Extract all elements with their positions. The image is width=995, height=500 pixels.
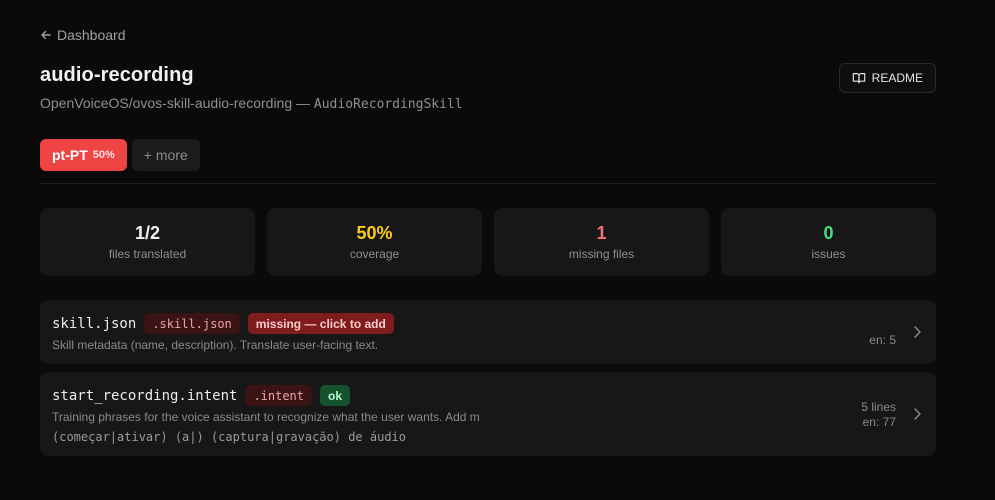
file-en-count: en: 77 (862, 415, 896, 429)
file-meta: 5 lines en: 77 (861, 400, 896, 430)
stat-issues: 0 issues (721, 208, 936, 276)
stat-missing-files: 1 missing files (494, 208, 709, 276)
file-sample-line: (começar|ativar) (a|) (captura|gravação)… (52, 430, 407, 444)
chevron-right-icon (914, 326, 921, 338)
stat-value: 1 (596, 223, 607, 243)
skill-class-name: AudioRecordingSkill (313, 97, 463, 112)
language-tabs: pt-PT 50% + more (40, 139, 200, 171)
stat-label: missing files (568, 247, 635, 261)
stat-value: 0 (823, 223, 834, 243)
stat-label: issues (811, 247, 846, 261)
file-description: Training phrases for the voice assistant… (52, 410, 480, 424)
stat-value: 1/2 (134, 223, 161, 243)
file-name: skill.json (52, 315, 137, 332)
back-link-label: Dashboard (57, 27, 126, 43)
ok-status-badge: ok (320, 385, 351, 406)
file-description: Skill metadata (name, description). Tran… (52, 338, 379, 352)
stats-row: 1/2 files translated 50% coverage 1 miss… (40, 208, 936, 276)
stat-coverage: 50% coverage (267, 208, 482, 276)
arrow-left-icon (41, 30, 51, 40)
back-to-dashboard-link[interactable]: Dashboard (40, 27, 126, 43)
file-row-skill-json[interactable]: skill.json .skill.json missing — click t… (40, 300, 936, 364)
language-code: pt-PT (52, 147, 88, 163)
file-meta: en: 5 (869, 333, 896, 348)
add-language-button[interactable]: + more (131, 139, 200, 171)
page-subtitle: OpenVoiceOS/ovos-skill-audio-recording —… (40, 95, 463, 112)
readme-button-label: README (871, 71, 923, 85)
stat-label: coverage (349, 247, 400, 261)
stat-value: 50% (356, 223, 393, 243)
file-type-badge: .skill.json (144, 313, 240, 334)
stat-label: files translated (108, 247, 187, 261)
language-tab-pt-pt[interactable]: pt-PT 50% (40, 139, 127, 171)
file-header: skill.json .skill.json missing — click t… (52, 313, 394, 334)
missing-status-badge[interactable]: missing — click to add (247, 313, 394, 334)
book-open-icon (852, 73, 865, 84)
repo-name: OpenVoiceOS/ovos-skill-audio-recording (40, 95, 293, 111)
file-name: start_recording.intent (52, 387, 238, 404)
divider (40, 183, 936, 184)
language-percent: 50% (92, 149, 115, 161)
file-header: start_recording.intent .intent ok (52, 385, 351, 406)
page-title: audio-recording (40, 64, 194, 86)
stat-files-translated: 1/2 files translated (40, 208, 255, 276)
file-line-count: 5 lines (861, 400, 896, 414)
file-en-count: en: 5 (869, 333, 896, 347)
readme-button[interactable]: README (838, 63, 936, 93)
subtitle-separator: — (292, 95, 314, 111)
file-row-start-recording-intent[interactable]: start_recording.intent .intent ok Traini… (40, 372, 936, 456)
chevron-right-icon (914, 408, 921, 420)
file-type-badge: .intent (245, 385, 313, 406)
page: Dashboard audio-recording OpenVoiceOS/ov… (0, 0, 995, 500)
